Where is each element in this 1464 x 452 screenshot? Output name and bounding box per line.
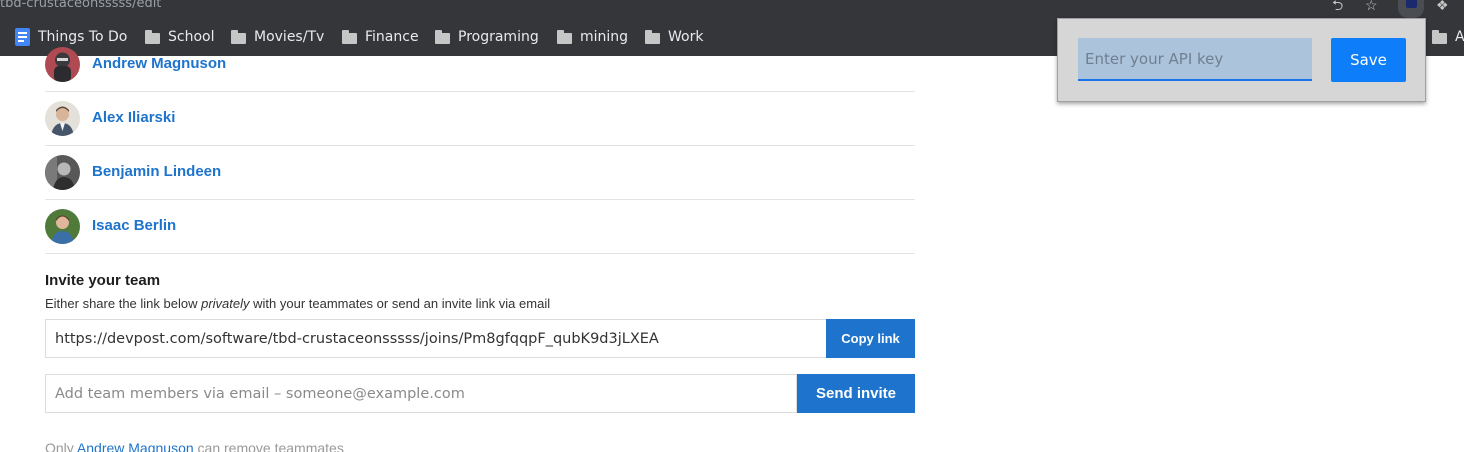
avatar[interactable]: [45, 209, 80, 244]
invite-desc-emphasis: privately: [201, 296, 250, 311]
member-name[interactable]: Andrew Magnuson: [92, 55, 226, 72]
api-key-popup: Save: [1057, 18, 1426, 102]
remove-teammates-note: Only Andrew Magnuson can remove teammate…: [45, 440, 344, 452]
footnote-text: Only: [45, 440, 77, 452]
avatar[interactable]: [45, 155, 80, 190]
invite-description: Either share the link below privately wi…: [45, 296, 550, 311]
invite-desc-text: with your teammates or send an invite li…: [249, 296, 551, 311]
invite-title: Invite your team: [45, 272, 161, 289]
bookmark-overflow[interactable]: Al: [1432, 27, 1464, 47]
star-icon[interactable]: ☆: [1365, 0, 1378, 13]
bookmark-label: Al: [1455, 29, 1464, 45]
footnote-text: can remove teammates: [193, 440, 344, 452]
avatar[interactable]: [45, 47, 80, 82]
invite-email-input[interactable]: [45, 374, 797, 413]
share-icon[interactable]: ⮌: [1332, 0, 1343, 13]
member-name[interactable]: Isaac Berlin: [92, 217, 176, 234]
member-name[interactable]: Benjamin Lindeen: [92, 163, 221, 180]
team-member-row: Benjamin Lindeen: [45, 146, 915, 200]
team-member-row: Isaac Berlin: [45, 200, 915, 254]
extension-active-icon[interactable]: [1398, 0, 1424, 18]
url-text[interactable]: tbd-crustaceonsssss/edit: [0, 0, 161, 11]
api-key-input[interactable]: [1078, 38, 1312, 81]
send-invite-button[interactable]: Send invite: [797, 374, 915, 413]
owner-link[interactable]: Andrew Magnuson: [77, 440, 194, 452]
save-button[interactable]: Save: [1331, 38, 1406, 82]
team-member-row: Alex Iliarski: [45, 92, 915, 146]
team-member-row: Andrew Magnuson: [45, 38, 915, 92]
member-name[interactable]: Alex Iliarski: [92, 109, 175, 126]
address-bar[interactable]: tbd-crustaceonsssss/edit ⮌ ☆ ❖: [0, 0, 1464, 18]
doc-icon: [15, 28, 30, 46]
copy-link-button[interactable]: Copy link: [826, 319, 915, 358]
folder-icon: [1432, 29, 1447, 44]
puzzle-icon[interactable]: ❖: [1436, 0, 1449, 13]
share-link-field[interactable]: [45, 319, 827, 358]
avatar[interactable]: [45, 101, 80, 136]
invite-desc-text: Either share the link below: [45, 296, 202, 311]
